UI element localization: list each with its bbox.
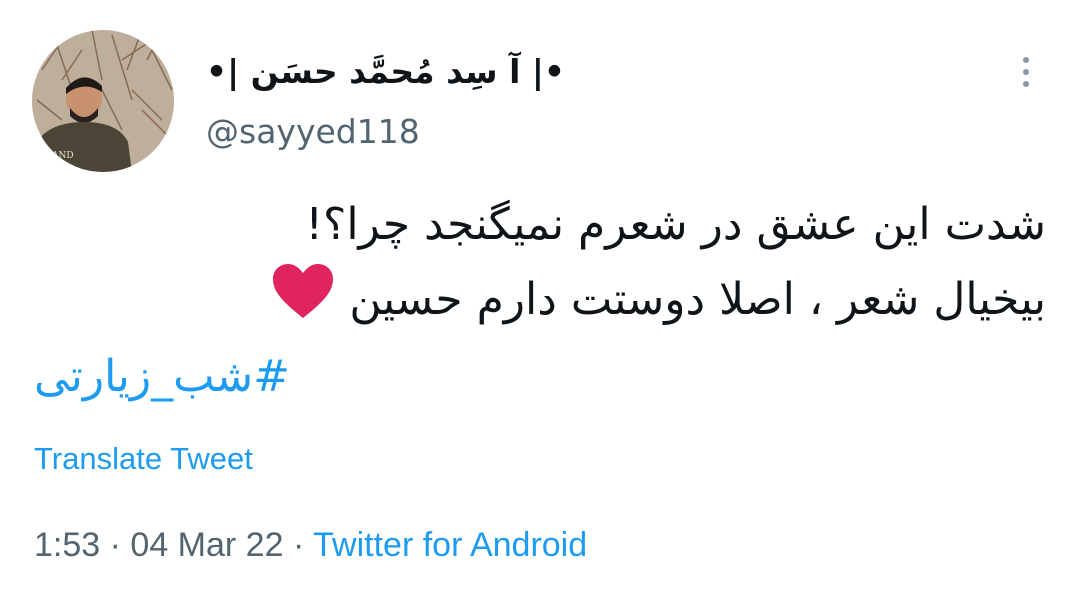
svg-text:LAND: LAND [46, 151, 74, 161]
more-dot [1023, 81, 1029, 87]
user-handle[interactable]: @sayyed118 [206, 110, 420, 154]
more-dot [1023, 57, 1029, 63]
heart-icon [273, 264, 334, 318]
more-vertical-icon[interactable] [1010, 50, 1042, 94]
display-name[interactable]: •| آ سِد مُحمَّد حسَن |• [206, 44, 565, 100]
tweet-body: شدت این عشق در شعرم نمیگنجد چرا؟! بیخیال… [36, 188, 1046, 337]
more-dot [1023, 69, 1029, 75]
hashtag-link[interactable]: #شب_زیارتی [34, 340, 290, 414]
tweet-body-line: شدت این عشق در شعرم نمیگنجد چرا؟! [305, 199, 1046, 250]
meta-separator: · [292, 526, 305, 564]
tweet-time[interactable]: 1:53 [34, 526, 100, 564]
avatar-photo: LAND [32, 30, 174, 172]
tweet-metadata: 1:53 · 04 Mar 22 · Twitter for Android [34, 522, 587, 568]
meta-separator: · [109, 526, 121, 564]
tweet-body-line-with-heart: بیخیال شعر ، اصلا دوستت دارم حسین [36, 262, 1046, 337]
tweet-body-line: بیخیال شعر ، اصلا دوستت دارم حسین [349, 274, 1046, 325]
tweet-source-link[interactable]: Twitter for Android [313, 526, 587, 564]
translate-tweet-link[interactable]: Translate Tweet [34, 438, 253, 480]
tweet-date[interactable]: 04 Mar 22 [130, 526, 283, 564]
avatar[interactable]: LAND [32, 30, 174, 172]
tweet-card: LAND •| آ سِد مُحمَّد حسَن |• @sayyed118… [0, 0, 1080, 599]
